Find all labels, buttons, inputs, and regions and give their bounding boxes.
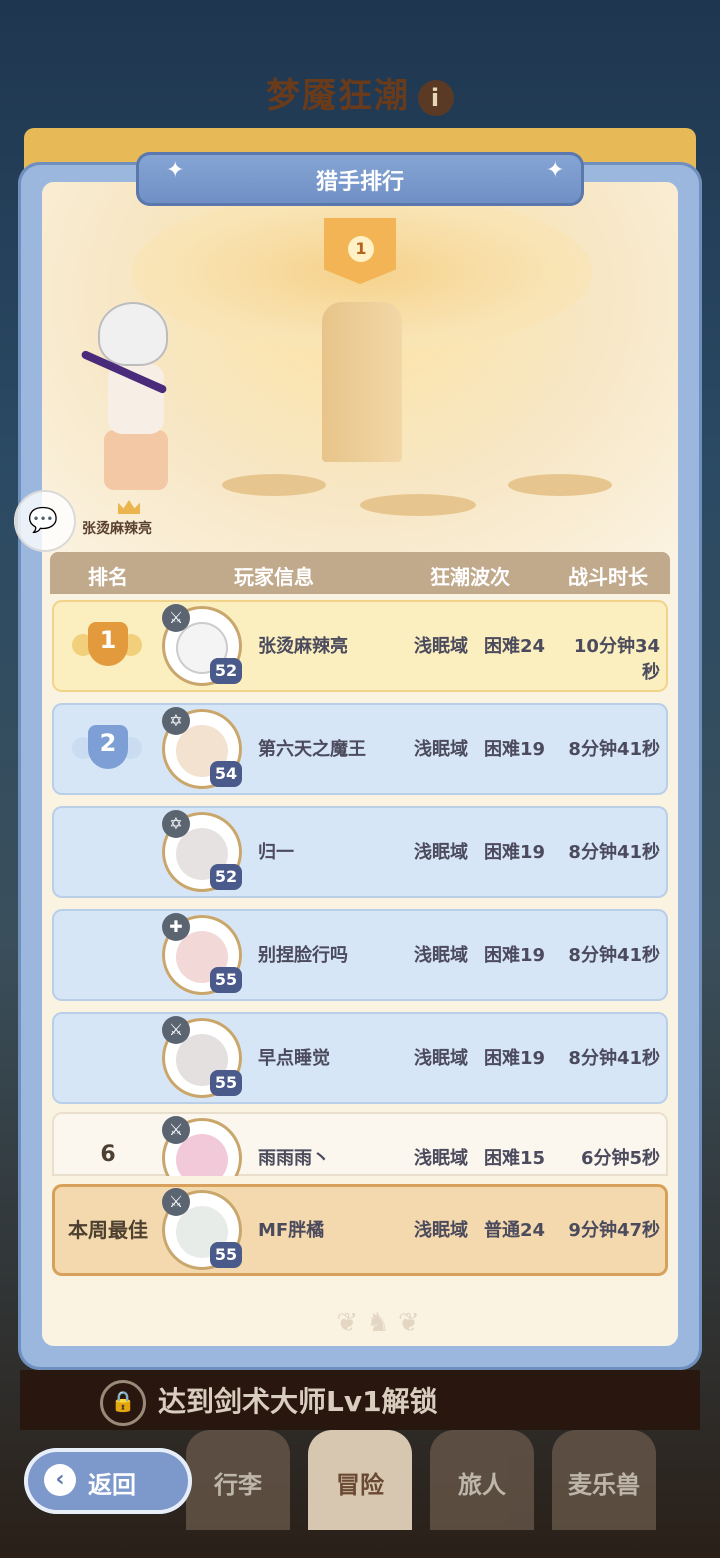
battle-time: 8分钟41秒 bbox=[568, 739, 660, 760]
table-row[interactable]: 1 ⚔ 52 张烫麻辣亮 浅眠域 困难24 10分钟34秒 bbox=[52, 600, 668, 692]
col-rank: 排名 bbox=[88, 565, 128, 589]
star-icon: ✦ bbox=[546, 158, 565, 183]
table-header: 排名 玩家信息 狂潮波次 战斗时长 bbox=[50, 552, 670, 594]
rank-2-badge: 2 bbox=[72, 719, 142, 781]
difficulty: 普通24 bbox=[484, 1220, 546, 1241]
panel-title: 猎手排行 bbox=[315, 170, 404, 195]
rank-1-flag-number: 1 bbox=[348, 236, 374, 262]
champion-character[interactable] bbox=[78, 302, 198, 502]
tree-trunk bbox=[322, 302, 402, 462]
class-icon: ⚔ bbox=[162, 1116, 190, 1144]
nav-luggage[interactable]: 行李 bbox=[186, 1430, 290, 1530]
class-icon: ⚔ bbox=[162, 1188, 190, 1216]
table-row[interactable]: ✚ 55 别捏脸行吗 浅眠域 困难19 8分钟41秒 bbox=[52, 909, 668, 1001]
nav-luggage-label: 行李 bbox=[214, 1471, 262, 1499]
lock-icon: 🔒 bbox=[100, 1380, 146, 1426]
panel-title-bar: ✦ 猎手排行 ✦ bbox=[136, 152, 584, 206]
level-badge: 55 bbox=[210, 1070, 242, 1096]
class-icon: ✡ bbox=[162, 810, 190, 838]
col-player-info: 玩家信息 bbox=[234, 565, 314, 589]
rank-number: 2 bbox=[99, 729, 117, 757]
region: 浅眠域 bbox=[414, 945, 468, 966]
player-name: 第六天之魔王 bbox=[258, 739, 366, 760]
region: 浅眠域 bbox=[414, 1148, 468, 1169]
pedestal-center bbox=[360, 494, 476, 516]
table-row[interactable]: 2 ✡ 54 第六天之魔王 浅眠域 困难19 8分钟41秒 bbox=[52, 703, 668, 795]
battle-time: 8分钟41秒 bbox=[568, 1048, 660, 1069]
bottom-area: 🔒 达到剑术大师Lv1解锁 行李 冒险 旅人 麦乐兽 ‹ 返回 bbox=[0, 1370, 720, 1558]
difficulty: 困难24 bbox=[484, 636, 546, 657]
region: 浅眠域 bbox=[414, 842, 468, 863]
chat-button[interactable]: 💬 bbox=[14, 490, 76, 552]
region: 浅眠域 bbox=[414, 636, 468, 657]
lock-message: 达到剑术大师Lv1解锁 bbox=[158, 1385, 438, 1418]
player-name: MF胖橘 bbox=[258, 1220, 325, 1241]
difficulty: 困难19 bbox=[484, 842, 546, 863]
nav-pets[interactable]: 麦乐兽 bbox=[552, 1430, 656, 1530]
level-badge: 52 bbox=[210, 658, 242, 684]
player-name: 雨雨雨丶 bbox=[258, 1148, 330, 1169]
chat-bubble-icon: 💬 bbox=[28, 506, 58, 534]
difficulty: 困难15 bbox=[484, 1148, 546, 1169]
rank-number: 6 bbox=[100, 1142, 116, 1167]
back-button[interactable]: ‹ 返回 bbox=[24, 1448, 192, 1514]
champion-scene: 1 张烫麻辣亮 bbox=[42, 182, 678, 562]
battle-time: 9分钟47秒 bbox=[568, 1220, 660, 1241]
difficulty: 困难19 bbox=[484, 945, 546, 966]
back-arrow-icon: ‹ bbox=[44, 1464, 76, 1496]
weekly-best-row[interactable]: 本周最佳 ⚔ 55 MF胖橘 浅眠域 普通24 9分钟47秒 bbox=[52, 1184, 668, 1276]
col-wave: 狂潮波次 bbox=[430, 565, 510, 589]
level-badge: 55 bbox=[210, 1242, 242, 1268]
rank-number: 1 bbox=[99, 626, 117, 654]
level-badge: 54 bbox=[210, 761, 242, 787]
difficulty: 困难19 bbox=[484, 739, 546, 760]
battle-time: 8分钟41秒 bbox=[568, 842, 660, 863]
pedestal-right bbox=[508, 474, 612, 496]
table-row[interactable]: ✡ 52 归一 浅眠域 困难19 8分钟41秒 bbox=[52, 806, 668, 898]
difficulty: 困难19 bbox=[484, 1048, 546, 1069]
class-icon: ⚔ bbox=[162, 1016, 190, 1044]
pedestal-left bbox=[222, 474, 326, 496]
region: 浅眠域 bbox=[414, 1220, 468, 1241]
region: 浅眠域 bbox=[414, 739, 468, 760]
mode-title: 梦魇狂潮 i bbox=[0, 68, 720, 117]
weekly-best-label: 本周最佳 bbox=[68, 1218, 148, 1242]
battle-time: 8分钟41秒 bbox=[568, 945, 660, 966]
nav-travelers-label: 旅人 bbox=[458, 1471, 506, 1499]
table-row[interactable]: ⚔ 55 早点睡觉 浅眠域 困难19 8分钟41秒 bbox=[52, 1012, 668, 1104]
nav-adventure[interactable]: 冒险 bbox=[308, 1430, 412, 1530]
lock-bar: 🔒 达到剑术大师Lv1解锁 bbox=[20, 1370, 700, 1430]
rank-1-badge: 1 bbox=[72, 616, 142, 678]
player-name: 早点睡觉 bbox=[258, 1048, 330, 1069]
info-icon[interactable]: i bbox=[418, 79, 454, 116]
ornament-icon: ❦ ♞ ❦ bbox=[336, 1308, 420, 1338]
class-icon: ⚔ bbox=[162, 604, 190, 632]
table-row[interactable]: 6 ⚔ 雨雨雨丶 浅眠域 困难15 6分钟5秒 bbox=[52, 1112, 668, 1176]
nav-travelers[interactable]: 旅人 bbox=[430, 1430, 534, 1530]
class-icon: ✡ bbox=[162, 707, 190, 735]
crown-icon bbox=[118, 500, 140, 514]
player-name: 别捏脸行吗 bbox=[258, 945, 348, 966]
player-name: 张烫麻辣亮 bbox=[258, 636, 348, 657]
level-badge: 55 bbox=[210, 967, 242, 993]
battle-time: 6分钟5秒 bbox=[580, 1148, 660, 1169]
mode-title-text: 梦魇狂潮 bbox=[266, 76, 410, 116]
back-label: 返回 bbox=[88, 1471, 136, 1499]
region: 浅眠域 bbox=[414, 1048, 468, 1069]
player-name: 归一 bbox=[258, 842, 294, 863]
class-icon: ✚ bbox=[162, 913, 190, 941]
hero-head bbox=[98, 302, 168, 366]
nav-adventure-label: 冒险 bbox=[336, 1471, 384, 1499]
level-badge: 52 bbox=[210, 864, 242, 890]
battle-time: 10分钟34秒 bbox=[573, 636, 660, 683]
hero-legs bbox=[104, 430, 168, 490]
nav-pets-label: 麦乐兽 bbox=[568, 1471, 640, 1499]
champion-name: 张烫麻辣亮 bbox=[82, 521, 152, 537]
col-duration: 战斗时长 bbox=[568, 565, 648, 589]
